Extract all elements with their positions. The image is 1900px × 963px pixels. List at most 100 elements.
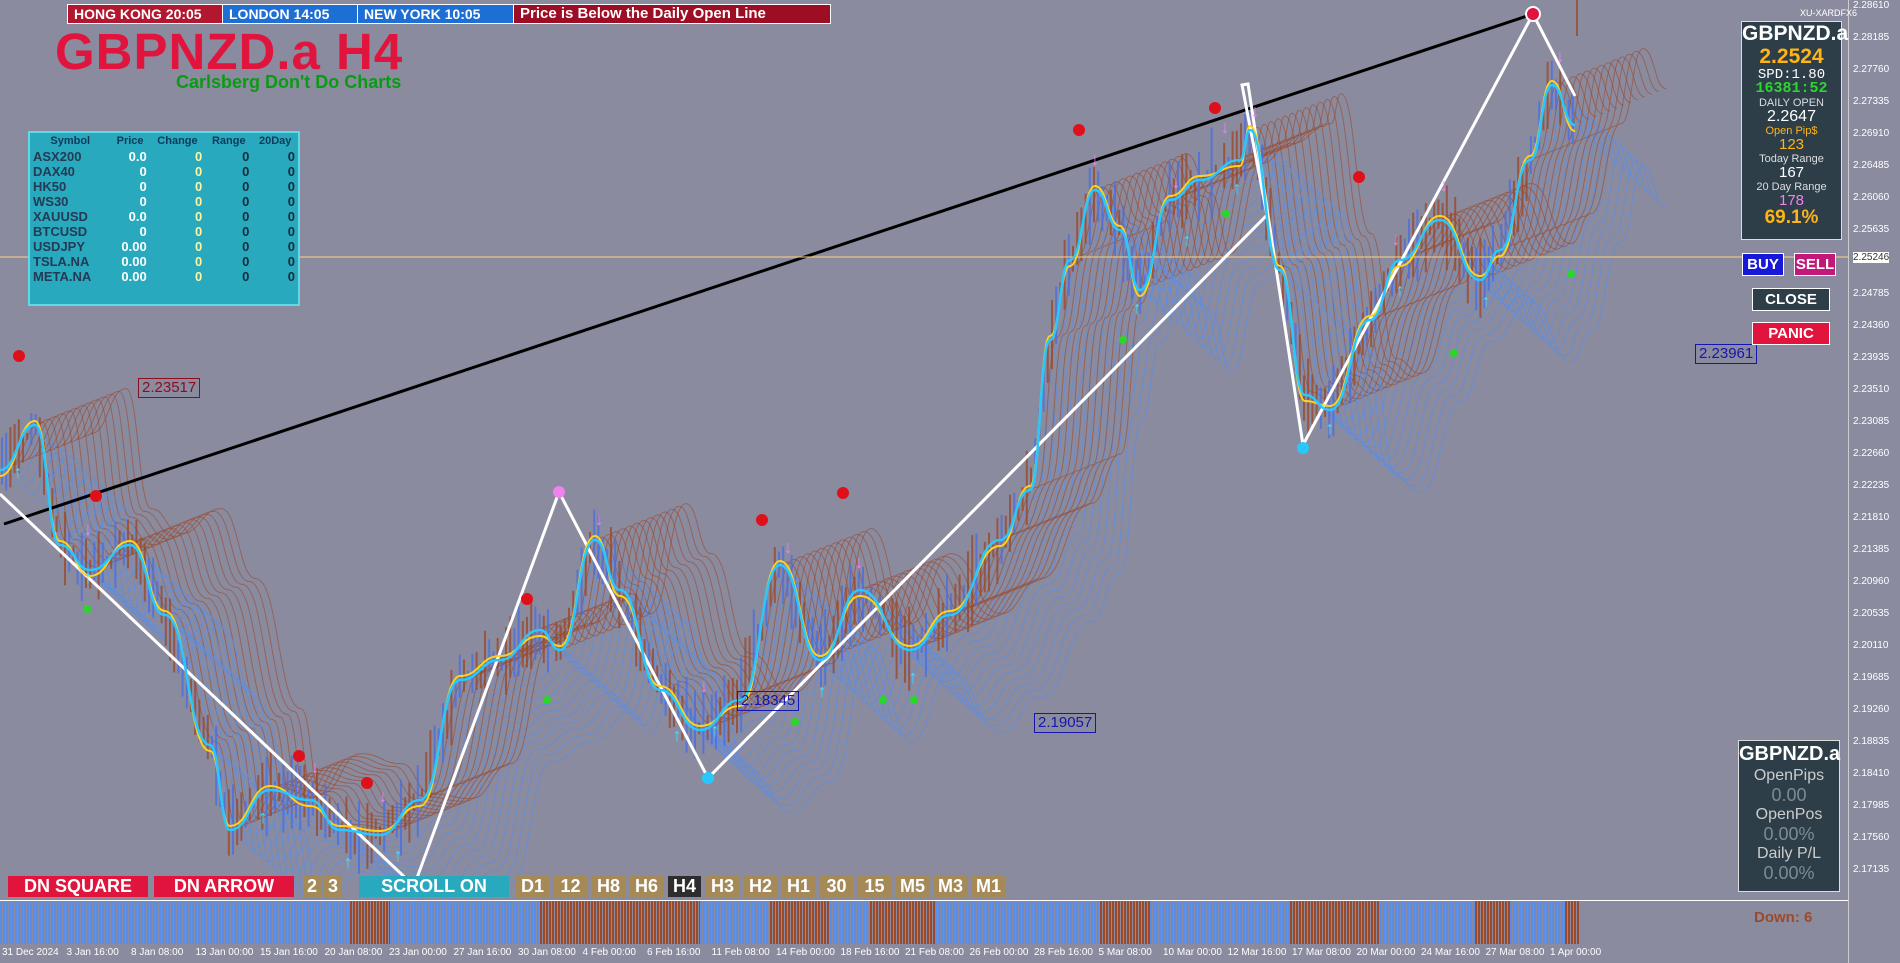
timeframe-h8-button[interactable]: H8 <box>592 876 625 897</box>
timeframe-h2-button[interactable]: H2 <box>744 876 777 897</box>
info-price: 2.2524 <box>1759 45 1824 68</box>
dn-square-button[interactable]: DN SQUARE <box>8 876 148 897</box>
histogram-bar <box>377 901 379 944</box>
price-tick: 2.19260 <box>1853 704 1890 715</box>
down-arrow-icon: ↓ <box>855 552 864 572</box>
histogram-bar <box>1118 901 1120 944</box>
time-tick: 1 Apr 00:00 <box>1550 947 1602 958</box>
timeframe-h4-button[interactable]: H4 <box>668 876 701 897</box>
timeframe-m1-button[interactable]: M1 <box>972 876 1005 897</box>
dn-arrow-button[interactable]: DN ARROW <box>154 876 294 897</box>
price-tick: 2.26485 <box>1853 160 1890 171</box>
high-marker <box>553 486 565 498</box>
histogram-bar <box>891 901 893 944</box>
time-tick: 26 Feb 00:00 <box>969 947 1029 958</box>
histogram-bar <box>633 901 635 944</box>
panic-button[interactable]: PANIC <box>1752 322 1830 345</box>
histogram-bar <box>785 901 787 944</box>
time-tick: 14 Feb 00:00 <box>776 947 835 958</box>
histogram-bar <box>504 901 506 944</box>
time-tick: 4 Feb 00:00 <box>582 947 636 958</box>
market-cell-rng: 0 <box>242 149 250 164</box>
histogram-bar <box>1285 901 1287 944</box>
histogram-bar <box>950 901 952 944</box>
histogram-bar <box>6 901 8 944</box>
histogram-bar <box>546 901 548 944</box>
histogram-bar <box>396 901 398 944</box>
timeframe-h3-button[interactable]: H3 <box>706 876 739 897</box>
histogram-bar <box>1549 901 1551 944</box>
histogram-bar <box>1040 901 1042 944</box>
histogram-bar <box>845 901 847 944</box>
histogram-bar <box>1273 901 1275 944</box>
histogram-bar <box>1207 901 1209 944</box>
histogram-bar <box>1171 901 1173 944</box>
histogram-bar <box>147 901 149 944</box>
timeframe-30-button[interactable]: 30 <box>820 876 853 897</box>
time-tick: 3 Jan 16:00 <box>66 947 119 958</box>
timeframe-m3-button[interactable]: M3 <box>934 876 967 897</box>
count-2-button[interactable]: 2 <box>303 876 321 897</box>
histogram-bar <box>839 901 841 944</box>
swing-high-dot <box>90 490 102 502</box>
histogram-bar <box>1413 901 1415 944</box>
up-arrow-icon: ↑ <box>394 845 403 865</box>
histogram-bar <box>672 901 674 944</box>
market-table: Symbol Price Change Range 20Day ASX200 0.… <box>30 133 298 284</box>
timeframe-15-button[interactable]: 15 <box>858 876 891 897</box>
histogram-bar <box>1276 901 1278 944</box>
time-tick: 11 Feb 08:00 <box>711 947 770 958</box>
histogram-bar <box>339 901 341 944</box>
price-status-message: Price is Below the Daily Open Line <box>513 4 831 24</box>
histogram-bar <box>99 901 101 944</box>
histogram-bar <box>231 901 233 944</box>
histogram-bar <box>897 901 899 944</box>
swing-low-dot <box>879 696 887 704</box>
histogram-bar <box>258 901 260 944</box>
up-arrow-icon: ↑ <box>84 567 93 587</box>
histogram-bar <box>42 901 44 944</box>
histogram-bar <box>1264 901 1266 944</box>
histogram-bar <box>306 901 308 944</box>
symbol-info-panel: GBPNZD.a 2.2524 SPD:1.80 16381:52 DAILY … <box>1741 21 1848 240</box>
histogram-bar <box>78 901 80 944</box>
time-tick: 28 Feb 16:00 <box>1034 947 1093 958</box>
histogram-bar <box>1198 901 1200 944</box>
histogram-bar <box>1449 901 1451 944</box>
histogram-bar <box>380 901 382 944</box>
close-button[interactable]: CLOSE <box>1752 288 1830 311</box>
histogram-bar <box>1150 901 1152 944</box>
histogram-bar <box>420 901 422 944</box>
scroll-toggle-button[interactable]: SCROLL ON <box>359 876 509 897</box>
market-table-panel: Symbol Price Change Range 20Day ASX200 0.… <box>28 131 300 306</box>
histogram-bar <box>669 901 671 944</box>
market-cell-sym: XAUUSD <box>33 209 88 224</box>
histogram-bar <box>639 901 641 944</box>
timeframe-12-button[interactable]: 12 <box>554 876 587 897</box>
histogram-bar <box>1228 901 1230 944</box>
timeframe-h1-button[interactable]: H1 <box>782 876 815 897</box>
histogram-bar <box>645 901 647 944</box>
histogram-bar <box>1338 901 1340 944</box>
buy-button[interactable]: BUY <box>1742 253 1784 276</box>
histogram-bar <box>516 901 518 944</box>
histogram-bar <box>806 901 808 944</box>
histogram-bar <box>1162 901 1164 944</box>
histogram-bar <box>1061 901 1063 944</box>
histogram-bar <box>1082 901 1084 944</box>
histogram-bar <box>1109 901 1111 944</box>
price-tick: 2.22660 <box>1853 448 1890 459</box>
histogram-bar <box>1100 901 1102 944</box>
timeframe-m5-button[interactable]: M5 <box>896 876 929 897</box>
market-cell-d20: 0 <box>287 239 295 254</box>
up-arrow-icon: ↑ <box>259 807 268 827</box>
histogram-bar <box>1525 901 1527 944</box>
histogram-bar <box>1186 901 1188 944</box>
timeframe-h6-button[interactable]: H6 <box>630 876 663 897</box>
swing-low-dot <box>791 718 799 726</box>
sell-button[interactable]: SELL <box>1794 253 1836 276</box>
histogram-bar <box>168 901 170 944</box>
market-cell-rng: 0 <box>242 239 250 254</box>
count-3-button[interactable]: 3 <box>324 876 342 897</box>
timeframe-d1-button[interactable]: D1 <box>516 876 549 897</box>
